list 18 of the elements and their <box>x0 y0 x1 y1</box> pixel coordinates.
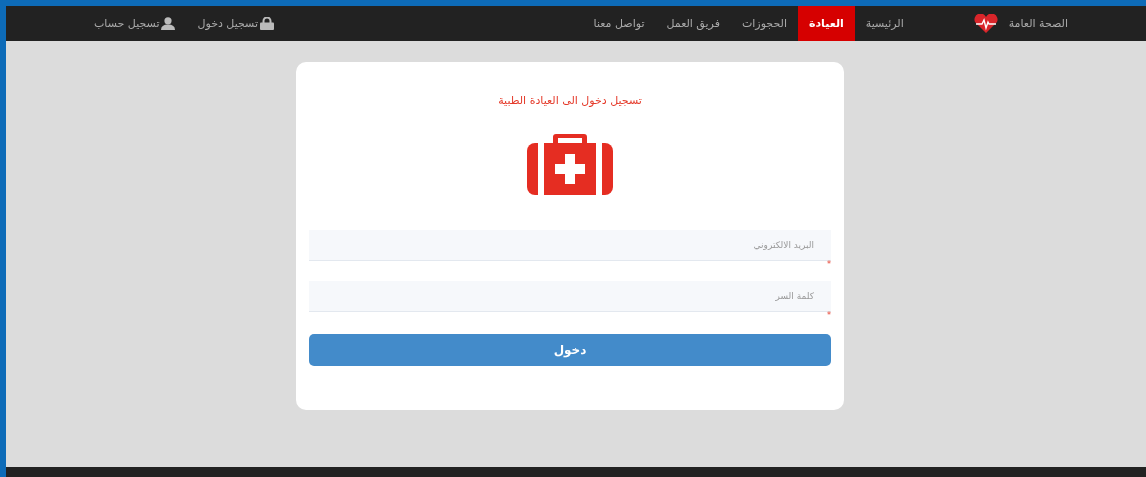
required-mark: * <box>827 312 831 320</box>
nav-link[interactable]: الحجوزات <box>730 6 798 41</box>
input-field[interactable]: كلمة السر <box>309 281 831 312</box>
nav-link[interactable]: العيادة <box>797 6 855 41</box>
nav-link[interactable]: الرئيسية <box>854 6 915 41</box>
heartbeat-icon <box>972 13 999 34</box>
first-aid-kit-icon <box>527 133 613 195</box>
input-field[interactable]: البريد الالكتروني <box>309 230 831 261</box>
user-icon <box>161 17 176 30</box>
brand-name[interactable]: الصحة العامة <box>1008 17 1068 30</box>
nav-link[interactable]: فريق العمل <box>655 6 731 41</box>
account-link[interactable]: تسجيل دخول <box>197 17 274 30</box>
login-title: تسجيل دخول الى العيادة الطبية <box>498 94 642 107</box>
required-mark: * <box>827 261 831 269</box>
nav-link[interactable]: تواصل معنا <box>582 6 656 41</box>
login-button[interactable]: دخول <box>309 334 831 366</box>
account-link[interactable]: تسجيل حساب <box>94 17 176 30</box>
lock-icon <box>259 17 274 30</box>
